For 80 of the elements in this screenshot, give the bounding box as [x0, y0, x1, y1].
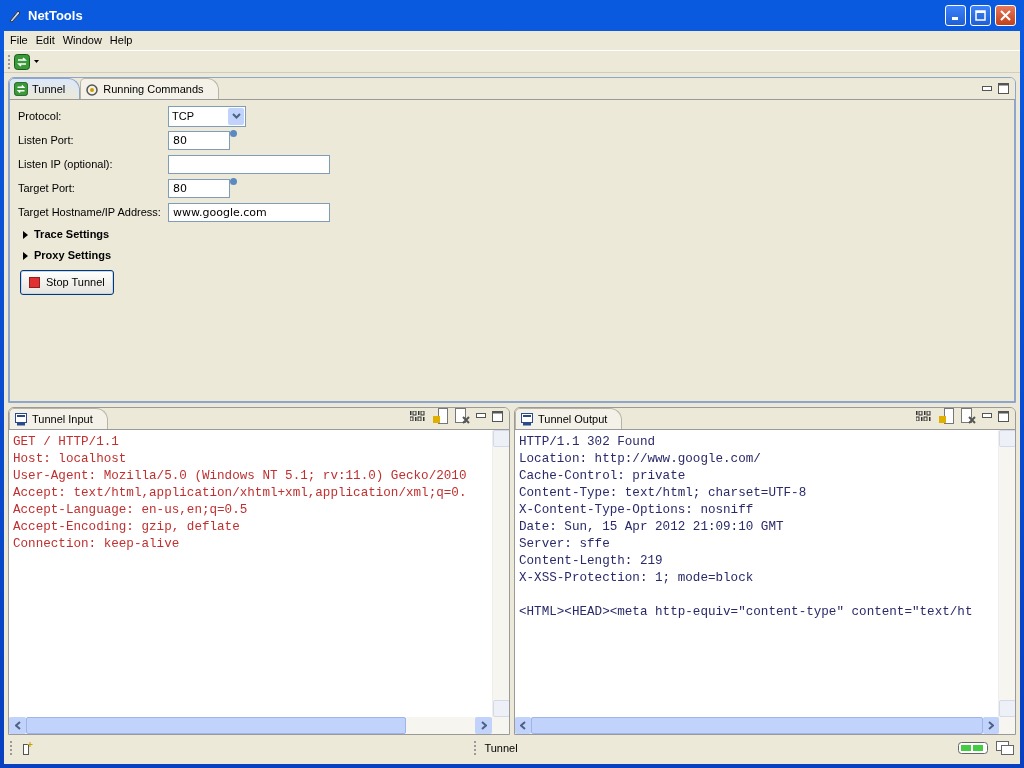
request-line: Host: localhost	[13, 451, 128, 468]
input-field[interactable]: 80	[168, 130, 230, 150]
request-line: Accept-Encoding: gzip, deflate	[13, 519, 241, 536]
field-label: Target Hostname/IP Address:	[18, 204, 162, 220]
scroll-right-icon[interactable]	[480, 721, 487, 730]
input-field[interactable]	[168, 154, 330, 174]
windows-icon[interactable]	[996, 741, 1014, 755]
field-label: Protocol:	[18, 108, 63, 124]
response-line: <HTML><HEAD><meta http-equiv="content-type" content="text/ht	[519, 604, 974, 621]
input-field[interactable]: www.google.com	[168, 202, 330, 222]
menu-item[interactable]: Help	[105, 32, 137, 49]
minimize-view-icon[interactable]	[476, 413, 486, 419]
tunnel-icon[interactable]	[14, 53, 30, 70]
info-icon	[230, 178, 237, 185]
fast-view-icon[interactable]	[20, 741, 34, 755]
request-line: User-Agent: Mozilla/5.0 (Windows NT 5.1; rv:11.0) Gecko/2010	[13, 468, 468, 485]
monitor-icon	[520, 412, 534, 426]
menu-item[interactable]: Edit	[31, 32, 59, 49]
response-line: Date: Sun, 15 Apr 2012 21:09:10 GMT	[519, 519, 785, 536]
collapsed-arrow-icon	[23, 251, 28, 260]
scroll-lock-icon[interactable]	[938, 408, 954, 424]
view-tab[interactable]: Running Commands	[80, 78, 219, 99]
response-line: Content-Type: text/html; charset=UTF-8	[519, 485, 808, 502]
clear-console-icon[interactable]	[454, 408, 470, 424]
window-title: NetTools	[28, 6, 83, 25]
request-line: GET / HTTP/1.1	[13, 434, 120, 451]
response-line: Server: sffe	[519, 536, 611, 553]
field-label: Target Port:	[18, 180, 76, 196]
protocol-dropdown[interactable]: TCP	[168, 105, 246, 127]
maximize-button[interactable]	[970, 5, 991, 26]
clear-console-icon[interactable]	[960, 408, 976, 424]
field-label: Listen IP (optional):	[18, 156, 114, 172]
close-button[interactable]	[995, 5, 1016, 26]
maximize-view-icon[interactable]	[492, 410, 503, 422]
minimize-view-icon[interactable]	[982, 85, 992, 92]
view-tab[interactable]: Tunnel Output	[515, 408, 623, 429]
binary-icon[interactable]	[916, 411, 932, 421]
vertical-scrollbar[interactable]	[492, 430, 509, 717]
request-line: Accept-Language: en-us,en;q=0.5	[13, 502, 249, 519]
horizontal-scrollbar[interactable]	[515, 717, 1015, 734]
scroll-left-icon[interactable]	[519, 721, 526, 730]
perspective-label: Tunnel	[484, 740, 518, 756]
response-line: HTTP/1.1 302 Found	[519, 434, 657, 451]
monitor-icon	[14, 412, 28, 426]
app-icon	[8, 8, 22, 23]
maximize-view-icon[interactable]	[998, 410, 1009, 422]
maximize-view-icon[interactable]	[998, 83, 1009, 94]
horizontal-scrollbar[interactable]	[9, 717, 509, 734]
view-tab[interactable]: Tunnel Input	[9, 408, 108, 429]
section-toggle[interactable]: Proxy Settings	[18, 245, 1010, 266]
menu-item[interactable]: Window	[58, 32, 106, 49]
collapsed-arrow-icon	[23, 230, 28, 239]
maximize-icon	[975, 10, 986, 21]
input-field[interactable]: 80	[168, 178, 230, 198]
dropdown-arrow-icon[interactable]	[34, 60, 39, 63]
stop-button[interactable]: Stop Tunnel	[20, 270, 114, 295]
heap-status-icon	[958, 742, 988, 754]
response-line: Cache-Control: private	[519, 468, 687, 485]
response-line: Content-Length: 219	[519, 553, 664, 570]
menu-item[interactable]: File	[6, 32, 32, 49]
response-line: X-XSS-Protection: 1; mode=block	[519, 570, 755, 587]
stop-icon	[29, 276, 40, 288]
request-line: Connection: keep-alive	[13, 536, 181, 553]
request-line: Accept: text/html,application/xhtml+xml,application/xml;q=0.	[13, 485, 468, 502]
minimize-view-icon[interactable]	[982, 413, 992, 419]
scroll-right-icon[interactable]	[988, 721, 995, 730]
chevron-down-icon	[231, 113, 241, 119]
response-line: X-Content-Type-Options: nosniff	[519, 502, 755, 519]
response-line: Location: http://www.google.com/	[519, 451, 762, 468]
vertical-scrollbar[interactable]	[998, 430, 1015, 717]
view-tab[interactable]: Tunnel	[9, 78, 81, 99]
tunnel-icon	[14, 82, 28, 96]
close-icon	[1000, 10, 1011, 21]
scroll-lock-icon[interactable]	[432, 408, 448, 424]
scroll-left-icon[interactable]	[14, 721, 21, 730]
binary-icon[interactable]	[410, 411, 426, 421]
minimize-button[interactable]	[945, 5, 966, 26]
field-label: Listen Port:	[18, 132, 75, 148]
info-icon	[230, 130, 237, 137]
section-toggle[interactable]: Trace Settings	[18, 224, 1010, 245]
